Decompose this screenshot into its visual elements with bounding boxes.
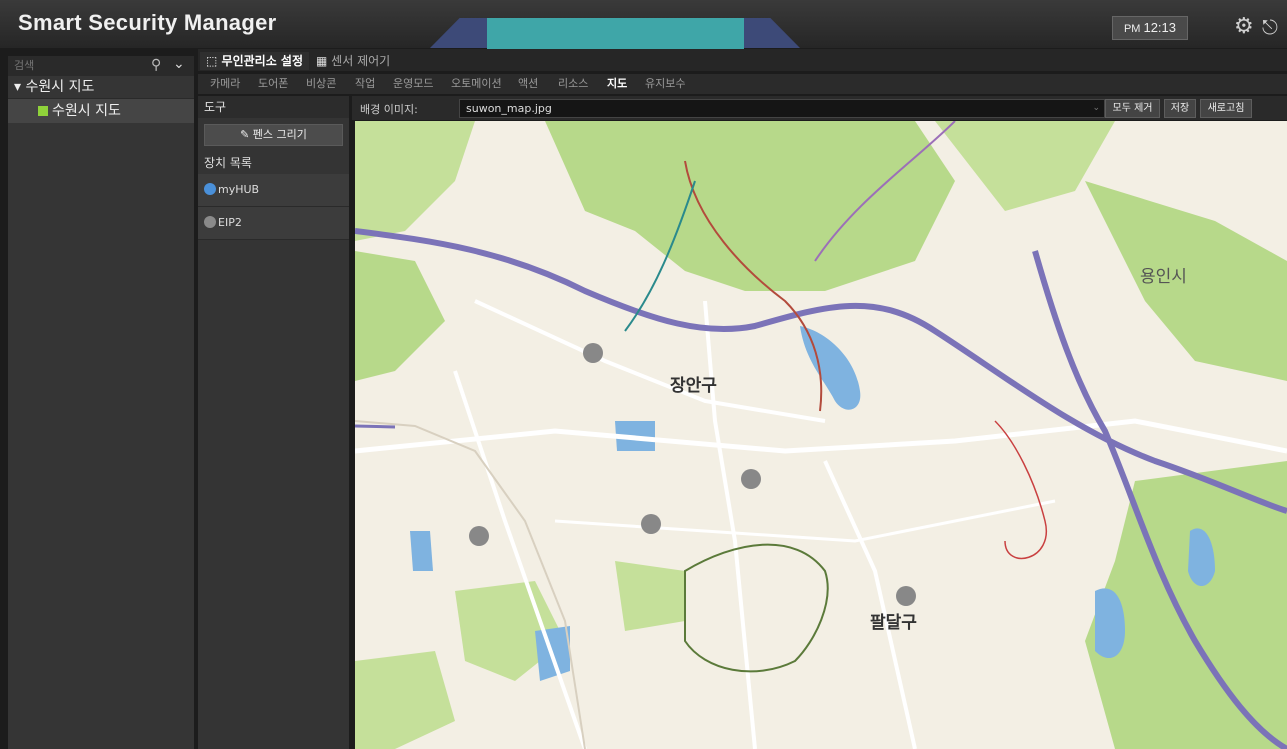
tree-root[interactable]: ▾ 수원시 지도 [8, 76, 194, 99]
search-row: ⚲ ⌄ [8, 56, 194, 76]
sub-tab-maintenance[interactable]: 유지보수 [645, 76, 685, 92]
sub-tab-resource[interactable]: 리소스 [558, 76, 588, 92]
device-icon [204, 216, 216, 228]
device-row-eip2[interactable]: EIP2 [198, 207, 349, 240]
tab-label: 센서 제어기 [331, 54, 391, 68]
sub-tab-action[interactable]: 액션 [518, 76, 538, 92]
tools-header: 도구 [198, 96, 349, 118]
background-selected: suwon_map.jpg [466, 102, 552, 115]
pencil-icon: ✎ [240, 128, 253, 141]
top-tab-accent[interactable] [487, 18, 744, 50]
top-bar: Smart Security Manager PM 12:13 ⚙ ⎋ [0, 0, 1287, 50]
tree-child-label: 수원시 지도 [52, 103, 121, 119]
tool-panel: 도구 ✎ 펜스 그리기 장치 목록 myHUB EIP2 [198, 96, 349, 749]
background-image-select[interactable]: suwon_map.jpg ⌄ [459, 99, 1105, 118]
district-label-yongin: 용인시 [1140, 267, 1187, 287]
app-title: Smart Security Manager [18, 10, 277, 35]
remove-all-button[interactable]: 모두 제거 [1105, 99, 1160, 118]
search-input[interactable] [14, 58, 144, 74]
background-label: 배경 이미지: [360, 103, 418, 116]
tab-label: 무인관리소 설정 [221, 54, 303, 68]
refresh-button[interactable]: 새로고침 [1200, 99, 1252, 118]
caret-down-icon[interactable]: ▾ [14, 79, 25, 95]
save-button[interactable]: 저장 [1164, 99, 1196, 118]
draw-fence-label: 펜스 그리기 [252, 128, 307, 141]
chevron-down-icon: ⌄ [1092, 103, 1100, 113]
sub-tab-task[interactable]: 작업 [355, 76, 375, 92]
logout-icon[interactable]: ⎋ [1262, 16, 1284, 38]
tree-child[interactable]: 수원시 지도 [8, 99, 194, 123]
map-image: 장안구 팔달구 용인시 [355, 121, 1287, 749]
sub-tab-strip: 카메라 도어폰 비상콘 작업 운영모드 오토메이션 액션 리소스 지도 유지보수 [198, 74, 1287, 94]
draw-fence-button[interactable]: ✎ 펜스 그리기 [204, 124, 343, 146]
tab-unmanned-settings[interactable]: ⬚ 무인관리소 설정 [200, 52, 309, 70]
device-name: EIP2 [218, 216, 242, 229]
network-icon: ⬚ [206, 54, 218, 68]
gear-icon[interactable]: ⚙ [1234, 16, 1256, 38]
device-name: myHUB [218, 183, 260, 196]
chevron-down-icon[interactable]: ⌄ [173, 56, 185, 72]
hub-icon [204, 183, 216, 195]
map-node-icon [38, 106, 48, 116]
clock: PM 12:13 [1112, 16, 1188, 40]
left-panel: ⚲ ⌄ ▾ 수원시 지도 수원시 지도 [8, 56, 194, 749]
background-bar: 배경 이미지: suwon_map.jpg ⌄ 모두 제거 저장 새로고침 [352, 96, 1287, 120]
sub-tab-operation-mode[interactable]: 운영모드 [393, 76, 433, 92]
map-canvas[interactable]: 장안구 팔달구 용인시 [355, 121, 1287, 749]
search-icon[interactable]: ⚲ [151, 57, 161, 73]
sub-tab-automation[interactable]: 오토메이션 [451, 76, 502, 92]
sub-tab-camera[interactable]: 카메라 [210, 76, 240, 92]
tab-sensor-controller[interactable]: ▦ 센서 제어기 [310, 52, 396, 70]
sub-tab-map[interactable]: 지도 [607, 76, 627, 92]
tab-strip: ⬚ 무인관리소 설정 ▦ 센서 제어기 [198, 49, 1287, 71]
sub-tab-emergency[interactable]: 비상콘 [306, 76, 336, 92]
district-label-jangan: 장안구 [670, 376, 717, 396]
tree-root-label: 수원시 지도 [25, 79, 95, 95]
grid-icon: ▦ [316, 54, 328, 68]
device-row-myhub[interactable]: myHUB [198, 174, 349, 207]
device-list-header: 장치 목록 [198, 152, 349, 174]
district-label-paldal: 팔달구 [870, 612, 917, 633]
sub-tab-doorphone[interactable]: 도어폰 [258, 76, 288, 92]
